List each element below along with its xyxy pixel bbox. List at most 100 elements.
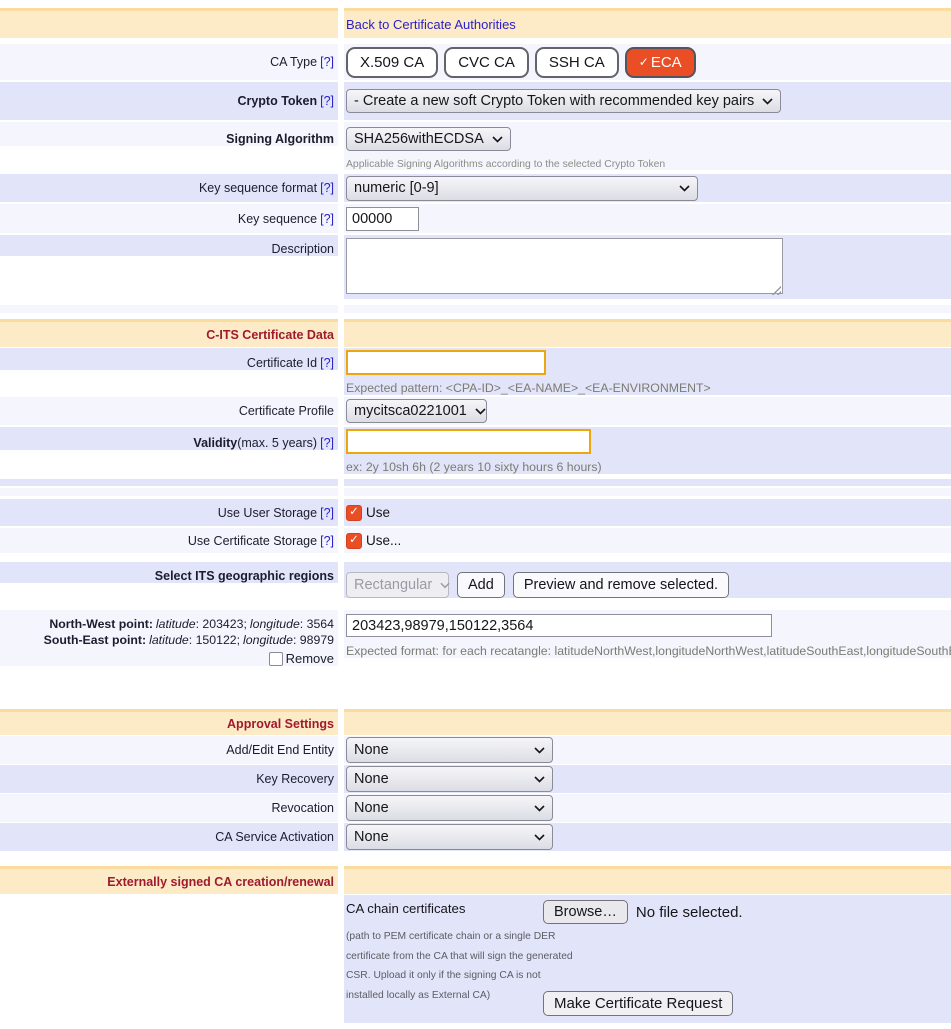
external-section-header-row: Externally signed CA creation/renewal [0, 866, 951, 894]
validity-label-suffix: (max. 5 years) [237, 436, 317, 450]
use-user-storage-help-link[interactable]: [?] [320, 506, 334, 520]
geographic-regions-field-cell: Rectangular Add Preview and remove selec… [344, 562, 951, 598]
make-certificate-request-button[interactable]: Make Certificate Request [543, 991, 733, 1016]
external-section-title: Externally signed CA creation/renewal [107, 875, 334, 889]
approval-row-field-cell: None [344, 794, 951, 822]
approval-key-recovery-row: Key Recovery None [0, 765, 951, 793]
geographic-regions-label: Select ITS geographic regions [155, 569, 334, 583]
key-sequence-input[interactable] [346, 207, 419, 231]
cits-section-header-row: C-ITS Certificate Data [0, 319, 951, 347]
region-add-button[interactable]: Add [457, 572, 505, 598]
certificate-profile-select[interactable]: mycitsca0221001 [346, 399, 487, 423]
approval-settings-header-row: Approval Settings [0, 709, 951, 735]
approval-settings-header-right [344, 709, 951, 735]
ca-type-help-link[interactable]: [?] [320, 55, 334, 69]
certificate-id-help-link[interactable]: [?] [320, 356, 334, 370]
use-certificate-storage-help-link[interactable]: [?] [320, 534, 334, 548]
use-certificate-storage-checkbox[interactable] [346, 533, 362, 549]
region-nw-latitude-value: : 203423; [196, 617, 247, 631]
region-preview-remove-button[interactable]: Preview and remove selected. [513, 572, 729, 598]
approval-add-edit-end-entity-select[interactable]: None [346, 737, 553, 763]
chevron-down-icon [432, 582, 450, 589]
spacer-cell [0, 488, 338, 496]
crypto-token-select[interactable]: - Create a new soft Crypto Token with re… [346, 89, 781, 113]
use-user-storage-row: Use User Storage [?] Use [0, 499, 951, 526]
approval-selected-value: None [354, 771, 389, 787]
certificate-id-input[interactable] [346, 350, 546, 375]
approval-row-label-cell: Add/Edit End Entity [0, 736, 338, 764]
spacer-cell [344, 488, 951, 496]
approval-settings-title-cell: Approval Settings [0, 709, 338, 735]
ca-type-x509-button[interactable]: X.509 CA [346, 47, 438, 78]
approval-row-label-cell: CA Service Activation [0, 823, 338, 851]
description-textarea-wrap [346, 238, 783, 299]
approval-key-recovery-select[interactable]: None [346, 766, 553, 792]
spacer-row [0, 479, 951, 486]
key-sequence-row: Key sequence [?] [0, 204, 951, 233]
region-remove-line: Remove [0, 651, 334, 666]
use-user-storage-checkbox[interactable] [346, 505, 362, 521]
approval-revocation-select[interactable]: None [346, 795, 553, 821]
cits-section-header-right [344, 319, 951, 347]
key-sequence-label-cell: Key sequence [?] [0, 204, 338, 233]
certificate-profile-label-cell: Certificate Profile [0, 397, 338, 425]
certificate-profile-field-cell: mycitsca0221001 [344, 397, 951, 425]
validity-label: Validity [193, 436, 237, 450]
region-remove-checkbox[interactable] [269, 652, 283, 666]
chevron-down-icon [671, 185, 690, 192]
validity-input[interactable] [346, 429, 591, 454]
crypto-token-help-link[interactable]: [?] [320, 94, 334, 108]
validity-helper: ex: 2y 10sh 6h (2 years 10 sixty hours 6… [346, 460, 951, 474]
ca-type-ssh-button[interactable]: SSH CA [535, 47, 619, 78]
use-certificate-storage-label-cell: Use Certificate Storage [?] [0, 528, 338, 553]
region-coordinates-input[interactable] [346, 614, 772, 637]
back-to-certificate-authorities-link[interactable]: Back to Certificate Authorities [346, 17, 516, 32]
approval-ca-service-activation-select[interactable]: None [346, 824, 553, 850]
browse-button[interactable]: Browse… [543, 900, 628, 924]
certificate-id-label: Certificate Id [247, 356, 317, 370]
ca-chain-field-cell: CA chain certificates (path to PEM certi… [344, 895, 951, 1023]
region-nw-longitude-value: : 3564 [300, 617, 334, 631]
region-southeast-label: South-East point: [44, 633, 146, 647]
region-se-latitude-value: : 150122; [189, 633, 240, 647]
ca-type-cvc-button[interactable]: CVC CA [444, 47, 529, 78]
approval-row-field-cell: None [344, 823, 951, 851]
region-nw-latitude-word: latitude [156, 617, 196, 631]
ca-type-field-cell: X.509 CA CVC CA SSH CA ✓ECA [344, 44, 951, 80]
signing-algorithm-select[interactable]: SHA256withECDSA [346, 127, 511, 151]
ca-type-eca-button-active[interactable]: ✓ECA [625, 47, 696, 78]
certificate-id-label-cell: Certificate Id [?] [0, 348, 338, 370]
key-sequence-format-field-cell: numeric [0-9] [344, 174, 951, 202]
crypto-token-selected-value: - Create a new soft Crypto Token with re… [354, 93, 754, 109]
geographic-regions-label-cell: Select ITS geographic regions [0, 562, 338, 583]
approval-row-field-cell: None [344, 736, 951, 764]
ca-chain-file-line: Browse… No file selected. [543, 900, 743, 924]
region-nw-longitude-word: longitude [250, 617, 300, 631]
use-certificate-storage-field-cell: Use... [344, 528, 951, 553]
key-sequence-help-link[interactable]: [?] [320, 212, 334, 226]
description-textarea[interactable] [346, 238, 783, 294]
approval-revocation-label: Revocation [271, 801, 334, 815]
key-sequence-format-select[interactable]: numeric [0-9] [346, 176, 698, 201]
signing-algorithm-label: Signing Algorithm [226, 132, 334, 146]
back-link-row-left [0, 8, 338, 38]
region-se-latitude-word: latitude [149, 633, 189, 647]
region-se-longitude-value: : 98979 [293, 633, 334, 647]
certificate-profile-label: Certificate Profile [239, 404, 334, 418]
approval-add-edit-end-entity-row: Add/Edit End Entity None [0, 736, 951, 764]
approval-key-recovery-label: Key Recovery [256, 772, 334, 786]
use-certificate-storage-row: Use Certificate Storage [?] Use... [0, 528, 951, 553]
back-link-row: Back to Certificate Authorities [0, 8, 951, 38]
region-shape-select[interactable]: Rectangular [346, 572, 449, 598]
crypto-token-row: Crypto Token [?] - Create a new soft Cry… [0, 82, 951, 120]
description-label: Description [271, 242, 334, 256]
use-certificate-storage-label: Use Certificate Storage [188, 534, 317, 548]
region-entry-label-cell: North-West point:latitude: 203423;longit… [0, 610, 338, 666]
key-sequence-format-row: Key sequence format [?] numeric [0-9] [0, 174, 951, 202]
region-entry-row: North-West point:latitude: 203423;longit… [0, 610, 951, 675]
key-sequence-format-help-link[interactable]: [?] [320, 181, 334, 195]
back-link-cell: Back to Certificate Authorities [344, 8, 951, 38]
region-shape-selected-value: Rectangular [354, 577, 432, 593]
use-certificate-storage-checkbox-label: Use... [366, 533, 401, 548]
validity-help-link[interactable]: [?] [320, 436, 334, 450]
